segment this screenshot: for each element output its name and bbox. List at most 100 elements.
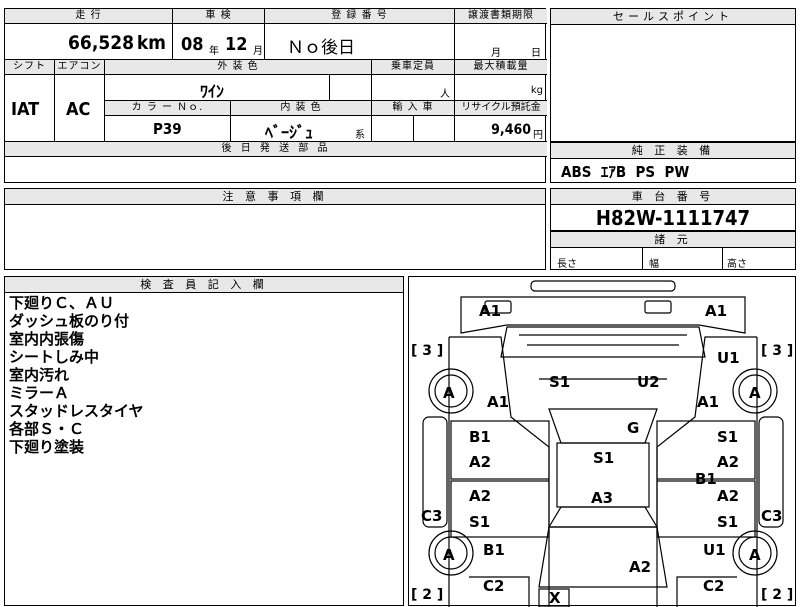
dimension-height-cell: 高さ	[723, 247, 795, 270]
chassis-box: 車 台 番 号 H82W-1111747	[550, 188, 796, 231]
color-no-value: P39	[153, 120, 182, 138]
inspector-box: 検 査 員 記 入 欄 下廻りＣ、ＡＵ ダッシュ板のり付 室内内張傷 シートしみ…	[4, 276, 404, 606]
mark-rr-door-a: A2	[717, 487, 739, 505]
mark-tire-front-right: A	[749, 384, 761, 402]
sales-point-label: セールスポイント	[551, 9, 795, 25]
note-line: 各部Ｓ・Ｃ	[9, 420, 85, 438]
recycle-label: リサイクル預託金	[455, 101, 547, 116]
mark-tire-rear-right: A	[749, 546, 761, 564]
mark-front-left: A1	[479, 302, 501, 320]
shift-cell: IAT	[5, 75, 55, 142]
recycle-value: 9,460	[491, 122, 531, 138]
note-line: シートしみ中	[9, 348, 100, 366]
mark-right-top-u1: U1	[717, 349, 740, 367]
equipment-label: 純 正 装 備	[551, 143, 795, 159]
interior-color-suffix: 系	[355, 130, 365, 141]
exterior-color-label: 外 装 色	[105, 60, 372, 75]
mark-lr-door-a: A2	[469, 487, 491, 505]
dimensions-box: 諸 元 長さ 幅 高さ	[550, 231, 796, 270]
shaken-month-unit: 月	[253, 46, 263, 57]
later-parts-label: 後 日 発 送 部 品	[5, 142, 547, 157]
mark-rear-x: X	[549, 589, 561, 607]
car-diagram-box: A1 A1 A A A1 A1 S1 U2 U1 G S1 A3 A2 B1 A…	[408, 276, 796, 607]
tire-front-left-number: [ 3 ]	[411, 343, 443, 359]
dimension-height-label: 高さ	[727, 259, 747, 270]
mark-lf-door-a: B1	[469, 428, 491, 446]
inspector-label: 検 査 員 記 入 欄	[5, 277, 403, 293]
dimension-length-cell: 長さ	[551, 247, 643, 270]
color-no-cell: P39	[105, 116, 231, 142]
transfer-deadline-cell: 月 日	[455, 24, 547, 60]
max-load-unit: kg	[530, 85, 543, 96]
interior-color-value: ﾍﾞｰｼﾞｭ	[265, 123, 314, 142]
shift-label: シフト	[5, 60, 55, 75]
aircon-cell: AC	[55, 75, 105, 142]
mileage-unit: km	[136, 32, 166, 54]
car-diagram: A1 A1 A A A1 A1 S1 U2 U1 G S1 A3 A2 B1 A…	[411, 280, 793, 607]
shaken-year: 08	[181, 34, 204, 55]
mileage-label: 走 行	[5, 9, 173, 24]
dimension-width-cell: 幅	[643, 247, 723, 270]
transfer-month: 月	[491, 48, 501, 59]
inspector-notes: 下廻りＣ、ＡＵ ダッシュ板のり付 室内内張傷 シートしみ中 室内汚れ ミラーＡ …	[9, 294, 144, 456]
recycle-unit: 円	[533, 130, 543, 141]
recycle-cell: 9,460 円	[455, 116, 547, 142]
caution-box: 注 意 事 項 欄	[4, 188, 546, 270]
note-line: ダッシュ板のり付	[9, 312, 130, 330]
mark-rear-center: A2	[629, 558, 651, 576]
mark-rr-door-b: S1	[717, 513, 738, 531]
mark-tire-front-left: A	[443, 384, 455, 402]
mark-hood-left: S1	[549, 373, 570, 391]
dimensions-label: 諸 元	[551, 232, 795, 248]
shaken-year-unit: 年	[209, 46, 219, 57]
exterior-color-cell: ﾜｲﾝ	[105, 75, 330, 101]
shaken-label: 車 検	[173, 9, 265, 24]
note-line: 室内汚れ	[9, 366, 70, 384]
shift-value: IAT	[11, 99, 40, 120]
note-line: ミラーＡ	[9, 384, 70, 402]
mileage-cell: 66,528 km	[5, 24, 173, 60]
max-load-label: 最大積載量	[455, 60, 547, 75]
interior-color-cell: ﾍﾞｰｼﾞｭ 系	[231, 116, 372, 142]
transfer-day: 日	[531, 48, 541, 59]
shaken-month: 12	[225, 34, 248, 55]
mark-roof: S1	[593, 449, 614, 467]
mark-left-side: C3	[421, 507, 442, 525]
tire-rear-right-number: [ 2 ]	[761, 587, 793, 603]
note-line: 下廻りＣ、ＡＵ	[9, 294, 115, 312]
registration-label: 登 録 番 号	[265, 9, 455, 24]
mark-lr-door-b: S1	[469, 513, 490, 531]
shaken-cell: 08 年 12 月	[173, 24, 265, 60]
exterior-color-value: ﾜｲﾝ	[200, 82, 225, 101]
color-no-label: カ ラ ー Ｎｏ.	[105, 101, 231, 116]
capacity-unit: 人	[440, 89, 450, 100]
import-cell-b	[414, 116, 455, 142]
note-line: 室内内張傷	[9, 330, 85, 348]
exterior-color-extra-cell	[330, 75, 372, 101]
note-line: スタッドレスタイヤ	[9, 402, 144, 420]
mark-trunk: A3	[591, 489, 613, 507]
equipment-value: ABS ｴｱB PS PW	[561, 163, 690, 181]
mark-left-quarter: B1	[483, 541, 505, 559]
sales-point-box: セールスポイント	[550, 8, 796, 142]
mark-rear-left: C2	[483, 577, 504, 595]
dimension-width-label: 幅	[649, 259, 659, 270]
aircon-label: エアコン	[55, 60, 105, 75]
tire-front-right-number: [ 3 ]	[761, 343, 793, 359]
mark-rf-door-c: B1	[695, 470, 717, 488]
mark-hood-right: U2	[637, 373, 660, 391]
capacity-label: 乗車定員	[372, 60, 455, 75]
max-load-cell: kg	[455, 75, 547, 101]
mark-right-fender: A1	[697, 393, 719, 411]
registration-cell: Ｎｏ後日	[265, 24, 455, 60]
note-line: 下廻り塗装	[9, 438, 85, 456]
import-cell-a	[372, 116, 414, 142]
chassis-value: H82W-1111747	[595, 206, 751, 230]
spec-table: 走 行 車 検 登 録 番 号 譲渡書類期限 66,528 km 08 年 12…	[4, 8, 547, 183]
equipment-box: 純 正 装 備 ABS ｴｱB PS PW	[550, 142, 796, 183]
tire-rear-left-number: [ 2 ]	[411, 587, 443, 603]
aircon-value: AC	[66, 99, 91, 120]
mark-left-fender: A1	[487, 393, 509, 411]
transfer-deadline-label: 譲渡書類期限	[455, 9, 547, 24]
mark-tire-rear-left: A	[443, 546, 455, 564]
